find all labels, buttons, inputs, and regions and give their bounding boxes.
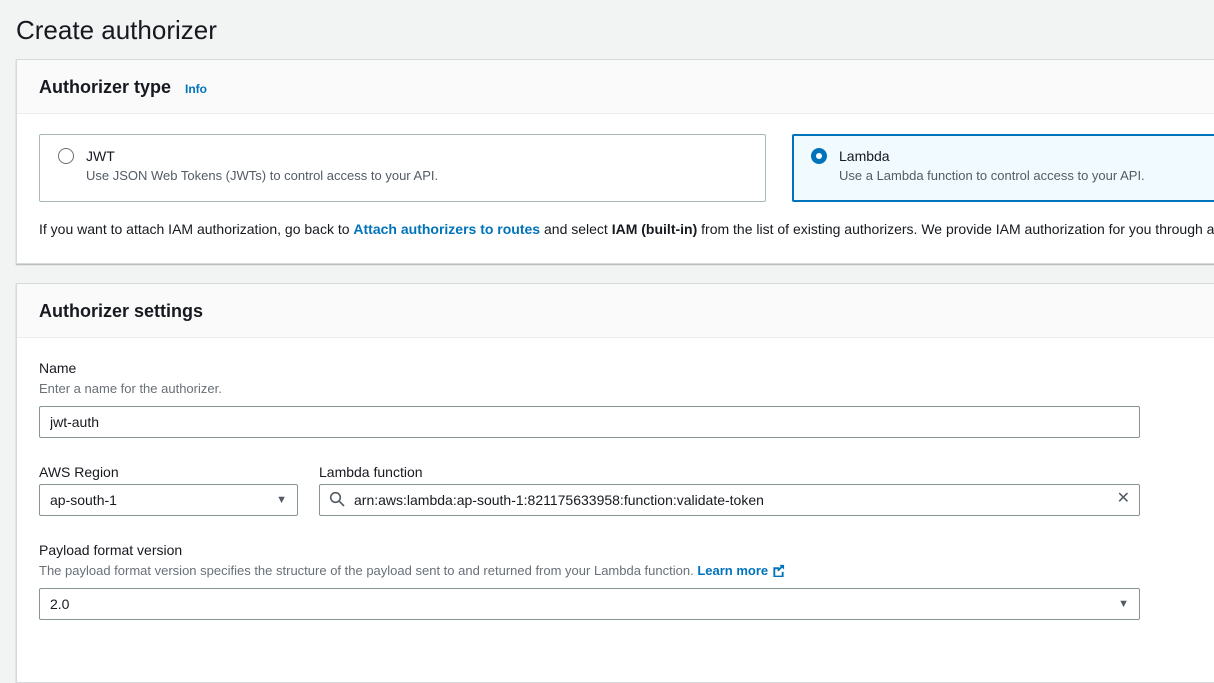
learn-more-link[interactable]: Learn more [697, 563, 768, 578]
jwt-option-card[interactable]: JWT Use JSON Web Tokens (JWTs) to contro… [39, 134, 766, 202]
chevron-down-icon: ▼ [1118, 599, 1129, 610]
lambda-option-label: Lambda [839, 146, 1145, 166]
iam-note-bold: IAM (built-in) [612, 221, 698, 237]
payload-format-field-group: Payload format version The payload forma… [39, 540, 1214, 620]
payload-format-description-text: The payload format version specifies the… [39, 563, 697, 578]
region-field-label: AWS Region [39, 462, 298, 482]
page-title: Create authorizer [0, 0, 1214, 48]
chevron-down-icon: ▼ [276, 495, 287, 506]
payload-format-label: Payload format version [39, 540, 1214, 560]
authorizer-type-content: JWT Use JSON Web Tokens (JWTs) to contro… [17, 114, 1214, 263]
jwt-radio-button[interactable] [58, 148, 74, 164]
info-link[interactable]: Info [185, 82, 207, 96]
authorizer-type-heading: Authorizer type [39, 77, 171, 98]
lambda-option-card[interactable]: Lambda Use a Lambda function to control … [792, 134, 1214, 202]
lambda-function-field-group: Lambda function ✕ [319, 462, 1140, 516]
authorizer-settings-section: Authorizer settings Name Enter a name fo… [16, 283, 1214, 683]
payload-format-select-value: 2.0 [50, 596, 69, 612]
jwt-option-label: JWT [86, 146, 438, 166]
authorizer-settings-content: Name Enter a name for the authorizer. AW… [17, 338, 1214, 644]
search-icon [329, 491, 345, 507]
iam-note-suffix: from the list of existing authorizers. W… [697, 221, 1214, 237]
lambda-function-input[interactable] [319, 484, 1140, 516]
lambda-radio-button[interactable] [811, 148, 827, 164]
region-select-value: ap-south-1 [50, 492, 117, 508]
authorizer-type-section: Authorizer type Info JWT Use JSON Web To… [16, 59, 1214, 264]
radio-selected-dot [816, 153, 822, 159]
authorizer-type-header: Authorizer type Info [17, 60, 1214, 114]
region-select[interactable]: ap-south-1 ▼ [39, 484, 298, 516]
external-link-icon [772, 564, 785, 577]
lambda-function-field-label: Lambda function [319, 462, 1140, 482]
payload-format-description: The payload format version specifies the… [39, 562, 1214, 580]
attach-authorizers-to-routes-link[interactable]: Attach authorizers to routes [353, 221, 540, 237]
iam-authorization-note: If you want to attach IAM authorization,… [39, 219, 1214, 239]
name-field-description: Enter a name for the authorizer. [39, 380, 1214, 398]
authorizer-settings-heading: Authorizer settings [39, 301, 203, 322]
lambda-option-description: Use a Lambda function to control access … [839, 167, 1145, 185]
jwt-option-description: Use JSON Web Tokens (JWTs) to control ac… [86, 167, 438, 185]
payload-format-select[interactable]: 2.0 ▼ [39, 588, 1140, 620]
authorizer-settings-header: Authorizer settings [17, 284, 1214, 338]
name-field-label: Name [39, 358, 1214, 378]
clear-input-icon[interactable]: ✕ [1117, 489, 1130, 509]
region-field-group: AWS Region ap-south-1 ▼ [39, 462, 298, 516]
iam-note-middle: and select [540, 221, 612, 237]
iam-note-prefix: If you want to attach IAM authorization,… [39, 221, 353, 237]
name-input[interactable] [39, 406, 1140, 438]
